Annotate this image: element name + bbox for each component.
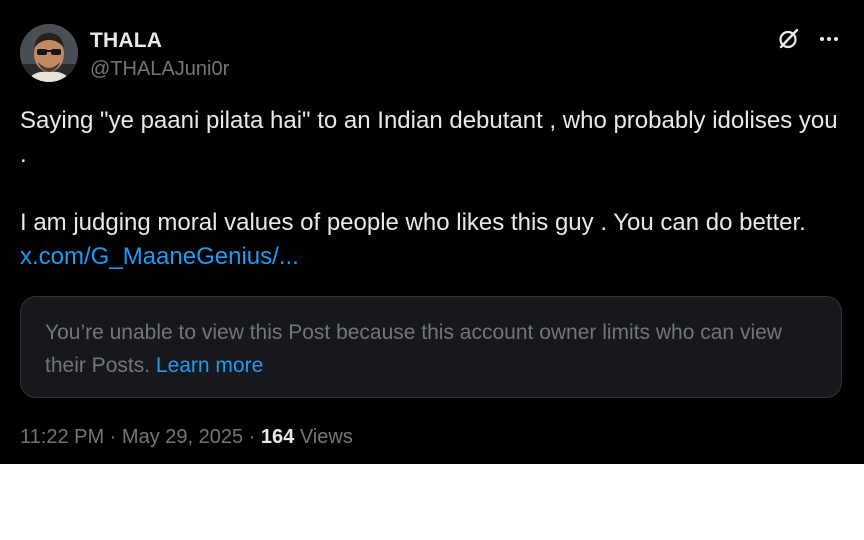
post-time[interactable]: 11:22 PM — [20, 426, 104, 448]
views-label: Views — [294, 426, 353, 448]
quoted-post-unavailable: You’re unable to view this Post because … — [20, 296, 842, 398]
post-date[interactable]: May 29, 2025 — [122, 426, 243, 448]
post-paragraph-1: Saying "ye paani pilata hai" to an India… — [20, 107, 838, 168]
post-metadata: 11:22 PM · May 29, 2025 · 164 Views — [20, 426, 353, 449]
more-options-icon[interactable] — [817, 27, 841, 51]
view-count: 164 — [260, 426, 295, 448]
post-paragraph-2-text: I am judging moral values of people who … — [20, 209, 806, 236]
post-link[interactable]: x.com/G_MaaneGenius/... — [20, 243, 299, 270]
post-paragraph-2: I am judging moral values of people who … — [20, 206, 850, 274]
meta-separator: · — [104, 426, 122, 448]
learn-more-link[interactable]: Learn more — [156, 354, 263, 377]
avatar-image — [20, 24, 78, 82]
grok-icon[interactable] — [777, 27, 801, 51]
avatar[interactable] — [20, 24, 78, 82]
user-handle[interactable]: @THALAJuni0r — [90, 58, 229, 81]
post-text: Saying "ye paani pilata hai" to an India… — [20, 104, 850, 274]
tweet-card: THALA @THALAJuni0r Saying "ye paani pila… — [0, 0, 864, 464]
display-name[interactable]: THALA — [90, 29, 162, 53]
meta-separator: · — [243, 426, 261, 448]
